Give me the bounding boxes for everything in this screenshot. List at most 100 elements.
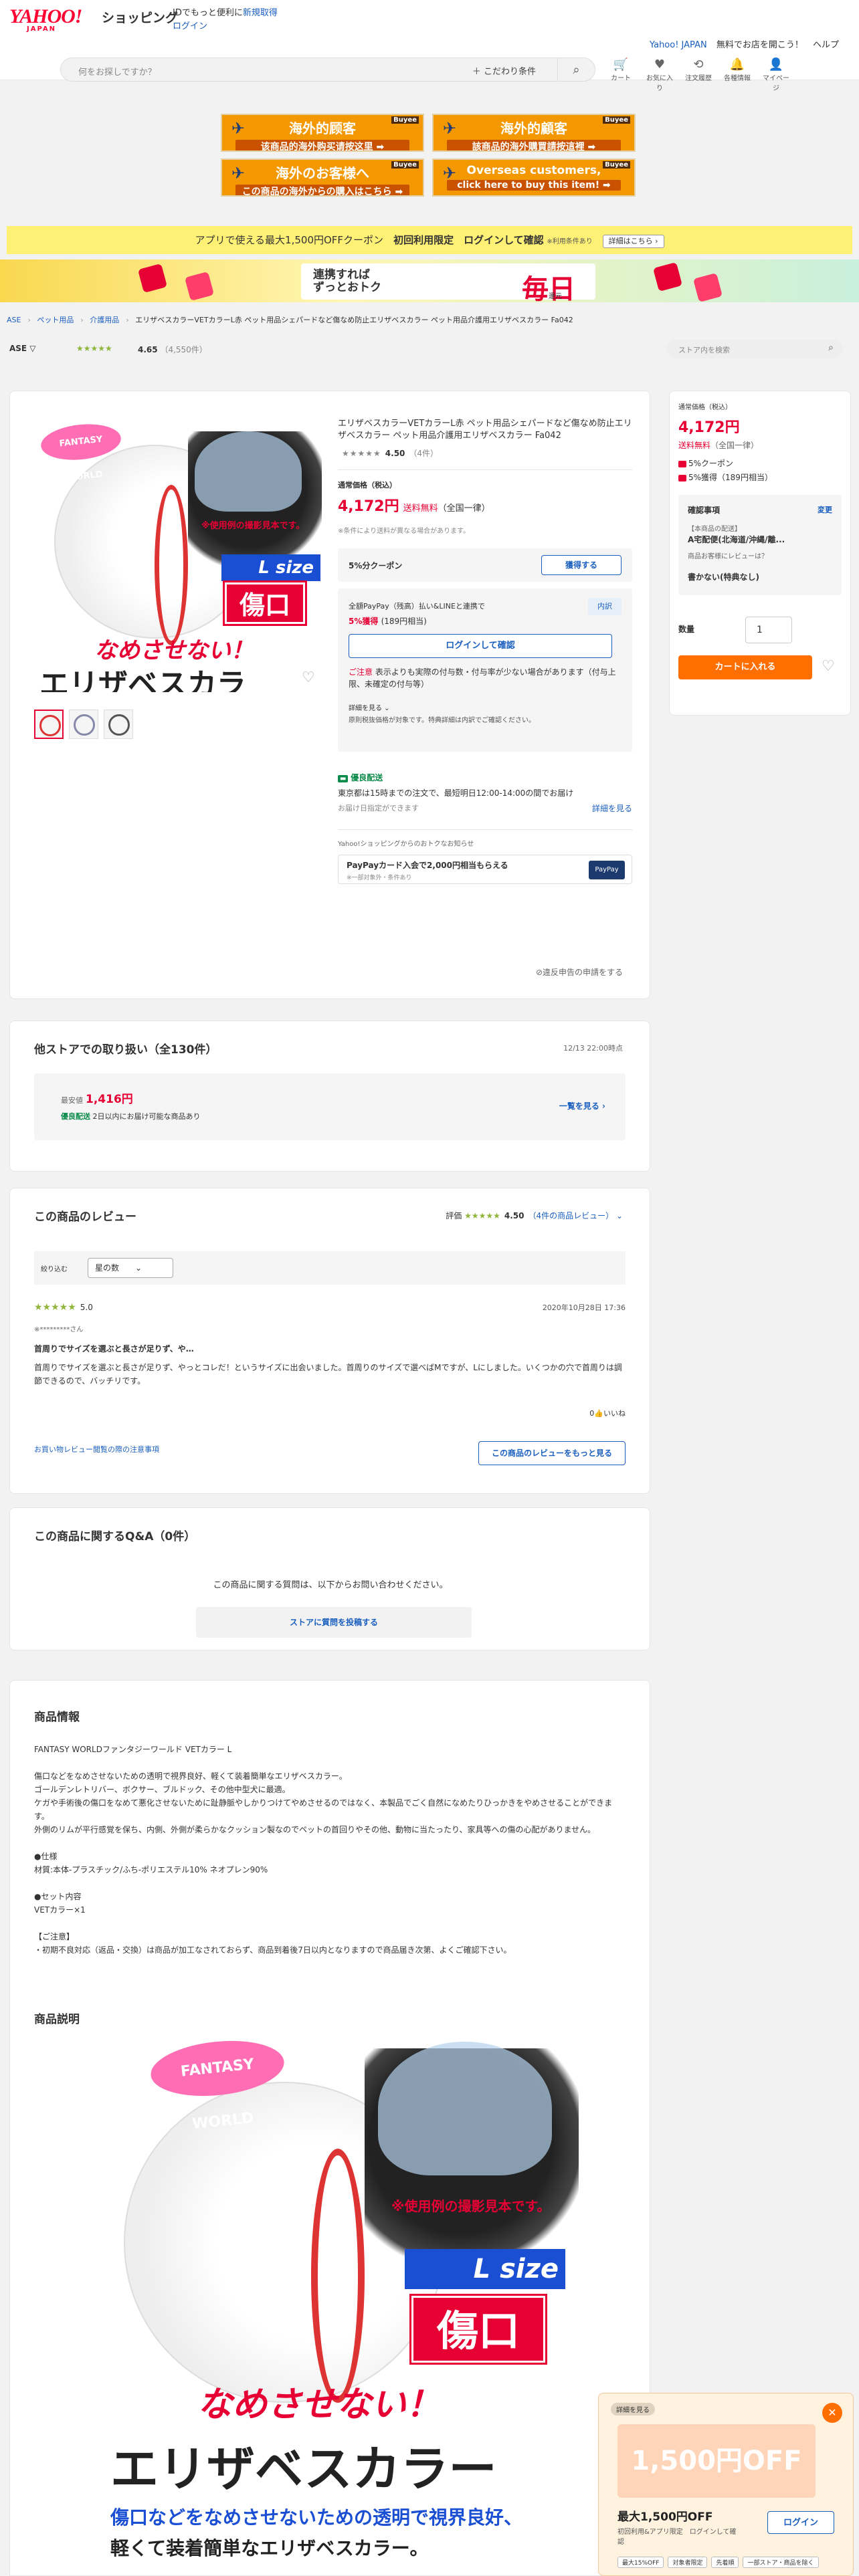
info-line: ●セット内容 [34, 1892, 82, 1901]
buyee-ad-cn-traditional[interactable]: ✈ Buyee 海外的顧客 該商品的海外購買請按這裡 ➡ [432, 114, 636, 152]
store-name[interactable]: ASE ▽ [9, 344, 36, 353]
qa-text: この商品に関する質問は、以下からお問い合わせください。 [213, 1580, 448, 1590]
buyee-ad-ja[interactable]: ✈ Buyee 海外のお客様へ この商品の海外からの購入はこちら ➡ [221, 158, 424, 197]
image-headline: 傷口 [223, 580, 307, 626]
ad-line2: この商品の海外からの購入はこちら ➡ [235, 185, 409, 195]
report-violation-link[interactable]: ⊘違反申告の申請をする [536, 966, 623, 978]
yahoo-logo[interactable]: YAHOO! JAPAN [9, 7, 99, 33]
see-list-link[interactable]: 一覧を見る › [559, 1100, 605, 1111]
like-button[interactable]: 0👍いいね [589, 1408, 626, 1418]
paypay-points-value: 5%獲得 [349, 617, 379, 626]
cart-label: カート [611, 75, 631, 82]
quantity-input[interactable]: 1 [745, 617, 792, 643]
promo-card[interactable]: PayPayカード入会で2,000円相当もらえる ※一部対象外・条件あり Pay… [338, 855, 632, 884]
favorites-link[interactable]: ♥ お気に入り [646, 58, 673, 92]
thumbnail[interactable] [34, 710, 64, 739]
add-to-cart-button[interactable]: カートに入れる [678, 655, 812, 679]
paypay-box: 全額PayPay（残高）払い&LINEと連携で 5%獲得 (189円相当) 内訳… [338, 588, 632, 752]
product-main-image[interactable]: FANTASY WORLD ※使用例の撮影見本です。 L size 傷口 なめさ… [34, 418, 328, 692]
login-link[interactable]: ログイン [173, 21, 207, 31]
change-link[interactable]: 変更 [818, 504, 832, 515]
other-stores-box[interactable]: 最安値 1,416円 優良配送 2日以内にお届け可能な商品あり 一覧を見る › [34, 1073, 626, 1140]
side-purchase-panel: 通常価格（税込） 4,172円 送料無料（全国一律） 5%クーポン 5%獲得（1… [669, 391, 851, 716]
promo-title: PayPayカード入会で2,000円相当もらえる [347, 861, 508, 870]
other-stores-time: 12/13 22:00時点 [563, 1044, 623, 1053]
see-more-link[interactable]: 詳細を見る ⌄ [349, 702, 390, 712]
close-icon[interactable]: ✕ [822, 2403, 842, 2423]
product-rating[interactable]: ★★★★★ 4.50 （4件） [338, 447, 632, 459]
register-link[interactable]: 新規取得 [243, 8, 278, 18]
side-free-note: （全国一律） [710, 441, 759, 450]
cart-link[interactable]: 🛒 カート [607, 58, 634, 92]
coupon-detail-button[interactable]: 詳細はこちら › [602, 235, 664, 248]
search-icon[interactable]: ⌕ [828, 342, 834, 353]
side-free-shipping: 送料無料 [678, 441, 711, 450]
chevron-down-icon: ⌄ [615, 1211, 623, 1220]
paypay-banner-center: 連携すれば ずっとおトク 毎日5% 還元 [301, 263, 595, 302]
thumbnail-list [34, 710, 133, 739]
reviews-summary[interactable]: 評価 ★★★★★ 4.50 （4件の商品レビュー） ⌄ [446, 1210, 623, 1221]
store-search-input[interactable]: ストア内を検索 [678, 344, 730, 355]
thumbnail[interactable] [104, 710, 133, 739]
notice-link[interactable]: 🔔 各種情報 [724, 58, 751, 92]
info-line [34, 1836, 626, 1850]
promo-head: Yahoo!ショッピングからのおトクなお知らせ [338, 841, 474, 848]
logo-sub: JAPAN [27, 25, 56, 33]
info-line: 外側のリムが平行感覚を保ち、内側、外側が柔らかなクッション製なのでペットの首回り… [34, 1825, 596, 1834]
delivery-more-link[interactable]: 詳細を見る [592, 802, 632, 814]
favorite-heart-icon[interactable]: ♡ [822, 658, 835, 675]
info-line: VETカラー×1 [34, 1905, 86, 1915]
login-confirm-button[interactable]: ログインして確認 [349, 634, 612, 658]
ask-question-button[interactable]: ストアに質問を投稿する [196, 1607, 472, 1638]
price-value: 4,172円 [338, 498, 399, 515]
popup-tag: 対象者限定 [668, 2557, 708, 2568]
breakdown-button[interactable]: 内訳 [588, 598, 622, 615]
get-coupon-button[interactable]: 獲得する [541, 555, 622, 575]
qa-title: この商品に関するQ&A（0件） [34, 1530, 196, 1543]
mypage-link[interactable]: 👤 マイページ [763, 58, 789, 92]
store-stars: ★★★★★ [76, 344, 112, 353]
clear-collar-shape [195, 431, 302, 512]
review-score: 5.0 [80, 1303, 93, 1312]
paypay-banner[interactable]: 連携すれば ずっとおトク 毎日5% 還元 [0, 259, 859, 302]
review-filter-bar: 絞り込む 星の数 ⌄ [34, 1251, 626, 1285]
star-filter-select[interactable]: 星の数 ⌄ [88, 1258, 173, 1278]
favorite-heart-icon[interactable]: ♡ [302, 669, 315, 686]
cart-icon: 🛒 [613, 58, 629, 72]
coupon-ticket: 1,500円OFF [617, 2424, 816, 2498]
yahoo-japan-link[interactable]: Yahoo! JAPAN [650, 40, 707, 50]
product-details: エリザベスカラーVETカラーL赤 ペット用品シェパードなど傷なめ防止エリザベスカ… [338, 418, 632, 884]
thumbnail[interactable] [69, 710, 98, 739]
store-score: 4.65 （4,550件） [138, 344, 207, 355]
store-search[interactable]: ストア内を検索 ⌕ [666, 340, 843, 358]
buyee-ad-en[interactable]: ✈ Buyee Overseas customers, click here t… [432, 158, 636, 197]
coupon-box: 5%分クーポン 獲得する [338, 548, 632, 582]
help-link[interactable]: ヘルプ [813, 40, 839, 50]
description-title: 商品説明 [34, 2013, 80, 2026]
breadcrumb-item[interactable]: 介護用品 [90, 316, 119, 324]
coupon-banner[interactable]: アプリで使える最大1,500円OFFクーポン 初回利用限定 ログインして確認 ※… [7, 226, 852, 254]
filter-button[interactable]: ＋ こだわり条件 [472, 64, 536, 77]
history-link[interactable]: ⟲ 注文履歴 [685, 58, 712, 92]
breadcrumb-item[interactable]: ペット用品 [37, 316, 74, 324]
product-card: FANTASY WORLD ※使用例の撮影見本です。 L size 傷口 なめさ… [9, 391, 650, 999]
promo-sub: ※一部対象外・条件あり [347, 875, 412, 881]
buyee-ad-cn-simplified[interactable]: ✈ Buyee 海外的顾客 该商品的海外购买请按这里 ➡ [221, 114, 424, 152]
more-reviews-button[interactable]: この商品のレビューをもっと見る [478, 1441, 626, 1465]
ad-line2: 該商品的海外購買請按這裡 ➡ [447, 140, 621, 150]
service-name[interactable]: ショッピング [102, 8, 178, 26]
review-title: 首周りでサイズを選ぶと長さが足りず、や… [34, 1344, 194, 1354]
search-button[interactable]: ⌕ [557, 58, 595, 81]
lowest-label: 最安値 [61, 1096, 83, 1105]
search-bar[interactable]: 何をお探しですか？ ＋ こだわり条件 ⌕ [60, 58, 595, 82]
search-input[interactable]: 何をお探しですか？ [78, 65, 157, 78]
breadcrumb-item[interactable]: ASE [7, 316, 21, 324]
popup-login-button[interactable]: ログイン [767, 2511, 834, 2534]
popup-sub: 初回利用&アプリ限定 ログインして確認 [617, 2529, 737, 2546]
review-caution-link[interactable]: お買い物レビュー閲覧の際の注意事項 [34, 1444, 159, 1455]
site-header: YAHOO! JAPAN ショッピング IDでもっと便利に新規取得 ログイン Y… [0, 0, 859, 92]
credit-card-icon: PayPay [589, 861, 625, 879]
popup-detail-link[interactable]: 詳細を見る [611, 2403, 655, 2416]
paypay-points-note: (189円相当) [381, 617, 427, 626]
open-store-link[interactable]: 無料でお店を開こう！ [717, 40, 803, 50]
